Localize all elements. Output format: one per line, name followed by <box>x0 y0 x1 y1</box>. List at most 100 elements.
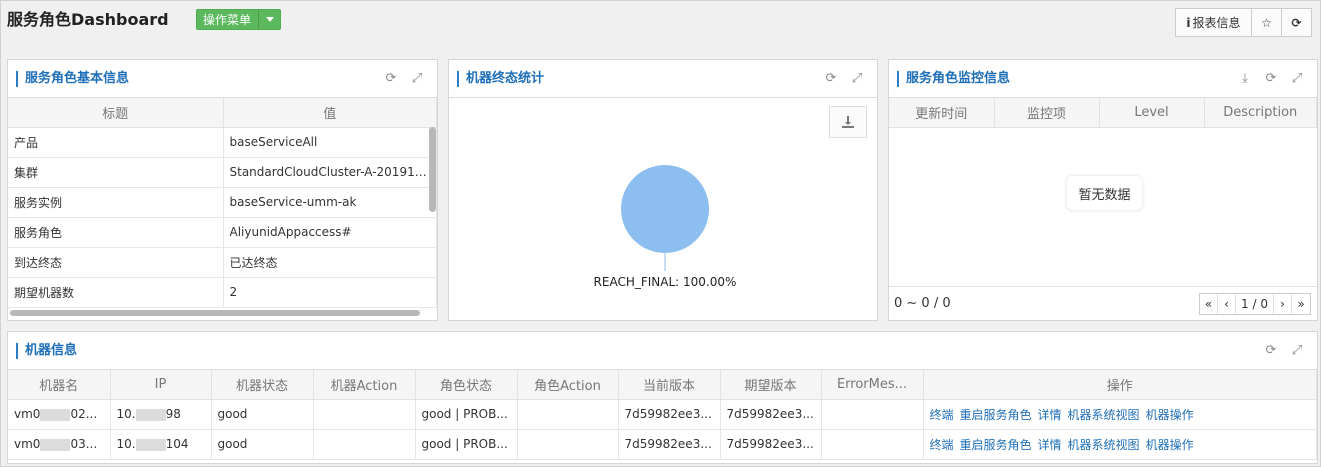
machine-name-cell: vm0 02... <box>8 399 111 430</box>
op-link[interactable]: 详情 <box>1038 408 1062 422</box>
vertical-scrollbar[interactable] <box>429 127 436 212</box>
top-toolbar: i 报表信息 ☆ ⟳ <box>1175 8 1312 37</box>
empty-data-tip: 暂无数据 <box>1067 176 1142 210</box>
expected-version-cell: 7d59982ee3... <box>720 429 822 460</box>
row-value: AliyunidAppaccess# <box>223 217 437 248</box>
role-status-cell: good | PROB... <box>415 399 518 430</box>
op-link[interactable]: 机器操作 <box>1146 408 1194 422</box>
monitor-title: 服务角色监控信息 <box>897 70 1237 87</box>
column-header[interactable]: Description <box>1204 98 1317 128</box>
column-header[interactable]: 期望版本 <box>720 370 822 400</box>
role-status-cell: good | PROB... <box>415 429 518 460</box>
column-header[interactable]: 更新时间 <box>889 98 995 128</box>
star-icon: ☆ <box>1261 15 1272 30</box>
expand-icon[interactable]: ⤢ <box>409 71 425 87</box>
role-action-cell <box>517 399 619 430</box>
error-message-cell <box>821 399 924 430</box>
refresh-icon[interactable]: ⟳ <box>823 71 839 87</box>
expand-icon[interactable]: ⤢ <box>1289 71 1305 87</box>
pager: « ‹ 1 / 0 › » <box>1199 293 1311 315</box>
info-icon: i <box>1186 15 1191 30</box>
ip-prefix: 10. <box>116 407 136 421</box>
refresh-button[interactable]: ⟳ <box>1281 8 1312 37</box>
column-header[interactable]: Level <box>1099 98 1205 128</box>
expand-icon[interactable]: ⤢ <box>849 71 865 87</box>
table-row: 产品 baseServiceAll <box>8 127 437 158</box>
op-link[interactable]: 机器系统视图 <box>1068 408 1140 422</box>
expected-version-cell: 7d59982ee3... <box>720 399 822 430</box>
final-state-title: 机器终态统计 <box>457 70 823 87</box>
page-title: 服务角色Dashboard <box>7 10 169 29</box>
record-range: 0 ~ 0 / 0 <box>894 296 951 311</box>
operations-cell: 终端 重启服务角色 详情 机器系统视图 机器操作 <box>923 399 1317 430</box>
redacted-mask <box>135 408 166 421</box>
refresh-icon[interactable]: ⟳ <box>383 71 399 87</box>
op-link[interactable]: 机器系统视图 <box>1068 438 1140 452</box>
chevron-down-icon[interactable] <box>258 10 280 29</box>
ip-cell: 10. 104 <box>110 429 212 460</box>
column-header[interactable]: 角色状态 <box>415 370 518 400</box>
op-link[interactable]: 重启服务角色 <box>960 408 1032 422</box>
pager-prev-button[interactable]: ‹ <box>1218 294 1237 314</box>
pager-next-button[interactable]: › <box>1274 294 1292 314</box>
basic-info-title: 服务角色基本信息 <box>16 70 383 87</box>
machine-name-prefix: vm0 <box>14 407 41 421</box>
ops-menu-button[interactable]: 操作菜单 <box>196 9 281 30</box>
pie-chart: REACH_FINAL: 100.00% <box>594 165 737 289</box>
column-header[interactable]: 机器状态 <box>211 370 314 400</box>
refresh-icon: ⟳ <box>1291 15 1302 30</box>
table-row: 服务实例 baseService-umm-ak <box>8 187 437 218</box>
column-header[interactable]: 操作 <box>923 370 1317 400</box>
pie-slice[interactable] <box>621 165 709 253</box>
row-value: baseService-umm-ak <box>223 187 437 218</box>
horizontal-scrollbar[interactable] <box>10 310 420 316</box>
report-info-button[interactable]: i 报表信息 <box>1175 8 1252 37</box>
row-key: 期望机器数 <box>8 277 224 308</box>
redacted-mask <box>40 438 71 451</box>
basic-info-panel: 服务角色基本信息 ⟳ ⤢ 标题 值 产品 baseServiceAll 集群 Stan… <box>7 59 438 321</box>
column-header[interactable]: 监控项 <box>994 98 1100 128</box>
row-key: 服务实例 <box>8 187 224 218</box>
column-header[interactable]: 角色Action <box>517 370 619 400</box>
row-key: 服务角色 <box>8 217 224 248</box>
ops-menu-label: 操作菜单 <box>203 13 252 27</box>
table-row: vm0 02... 10. 98 good good | PROB... 7d59982ee… <box>8 399 1317 430</box>
machine-name-suffix: 02... <box>70 407 98 421</box>
refresh-icon[interactable]: ⟳ <box>1263 343 1279 359</box>
ip-cell: 10. 98 <box>110 399 212 430</box>
ip-suffix: 104 <box>165 437 189 451</box>
pager-first-button[interactable]: « <box>1200 294 1219 314</box>
op-link[interactable]: 机器操作 <box>1146 438 1194 452</box>
column-header[interactable]: 机器Action <box>313 370 416 400</box>
report-info-label: 报表信息 <box>1192 16 1241 30</box>
machine-status-cell: good <box>211 399 314 430</box>
op-link[interactable]: 终端 <box>930 438 954 452</box>
op-link[interactable]: 详情 <box>1038 438 1062 452</box>
download-icon[interactable]: ⤓ <box>1237 71 1253 87</box>
current-version-cell: 7d59982ee3... <box>618 429 721 460</box>
pager-last-button[interactable]: » <box>1292 294 1310 314</box>
machine-name-suffix: 03... <box>70 437 98 451</box>
row-value: 2 <box>223 277 437 308</box>
final-state-panel: 机器终态统计 ⟳ ⤢ REACH_FINAL: 100.00% <box>448 59 878 321</box>
redacted-mask <box>40 408 71 421</box>
pie-data-label: REACH_FINAL: 100.00% <box>594 275 737 289</box>
column-header[interactable]: ErrorMes... <box>821 370 924 400</box>
refresh-icon[interactable]: ⟳ <box>1263 71 1279 87</box>
machine-name-cell: vm0 03... <box>8 429 111 460</box>
op-link[interactable]: 重启服务角色 <box>960 438 1032 452</box>
favorite-button[interactable]: ☆ <box>1251 8 1282 37</box>
table-row: 期望机器数 2 <box>8 277 437 308</box>
basic-info-table: 标题 值 产品 baseServiceAll 集群 StandardCloudClus… <box>8 98 437 308</box>
expand-icon[interactable]: ⤢ <box>1289 343 1305 359</box>
table-row: 集群 StandardCloudCluster-A-2019101... <box>8 157 437 188</box>
row-key: 到达终态 <box>8 247 224 278</box>
row-value: StandardCloudCluster-A-2019101... <box>223 157 437 188</box>
row-value: baseServiceAll <box>223 127 437 158</box>
machines-panel: 机器信息 ⟳ ⤢ 机器名 IP 机器状态 机器Action 角色状态 角色Action 当前… <box>7 331 1318 464</box>
machines-title: 机器信息 <box>16 342 1263 359</box>
column-header[interactable]: IP <box>110 370 212 400</box>
column-header[interactable]: 机器名 <box>8 370 111 400</box>
column-header[interactable]: 当前版本 <box>618 370 721 400</box>
op-link[interactable]: 终端 <box>930 408 954 422</box>
